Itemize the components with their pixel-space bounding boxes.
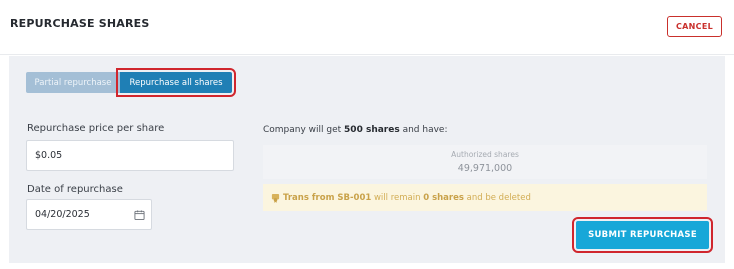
repurchase-summary: Company will get 500 shares and have: [263,125,448,135]
page-header: REPURCHASE SHARES CANCEL [0,0,734,55]
price-label: Repurchase price per share [27,123,165,134]
summary-suffix: and have: [399,125,448,135]
notice-text-2: and be deleted [463,192,531,203]
submit-repurchase-button[interactable]: SUBMIT REPURCHASE [572,217,713,253]
deletion-notice: Trans from SB-001 will remain 0 shares a… [263,184,707,211]
repurchase-type-tabs: Partial repurchase Repurchase all shares [26,68,236,97]
summary-shares: 500 shares [344,125,400,135]
notice-text-1: will remain [371,192,424,203]
notice-remaining-shares: 0 shares [423,192,464,203]
notice-certificate: Trans from SB-001 [283,192,372,203]
price-per-share-input[interactable]: $0.05 [26,140,234,171]
tab-partial-repurchase[interactable]: Partial repurchase [26,72,120,93]
calendar-icon[interactable] [134,209,145,220]
summary-prefix: Company will get [263,125,345,135]
cancel-button[interactable]: CANCEL [667,16,722,37]
repurchase-date-value: 04/20/2025 [35,209,90,220]
authorized-shares-label: Authorized shares [451,150,519,159]
certificate-icon [271,193,280,203]
authorized-shares-box: Authorized shares 49,971,000 [263,145,707,179]
tab-repurchase-all-shares[interactable]: Repurchase all shares [116,68,236,97]
repurchase-date-input[interactable]: 04/20/2025 [26,199,152,230]
authorized-shares-value: 49,971,000 [457,163,513,174]
page-title: REPURCHASE SHARES [10,17,150,30]
date-label: Date of repurchase [27,184,123,195]
